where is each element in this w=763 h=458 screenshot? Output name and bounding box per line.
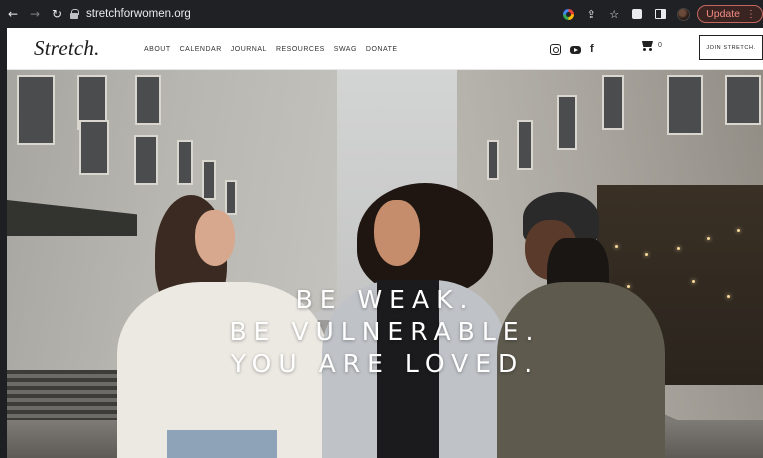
extensions-icon[interactable]: [629, 6, 645, 22]
profile-avatar[interactable]: [675, 6, 691, 22]
browser-toolbar: ← → ↻ stretchforwomen.org ⇪ ☆ Update ⋮: [0, 0, 763, 28]
site-logo[interactable]: Stretch.: [34, 36, 100, 61]
address-bar[interactable]: stretchforwomen.org: [70, 4, 598, 24]
cart-icon[interactable]: [640, 40, 654, 51]
nav-link-donate[interactable]: DONATE: [366, 46, 398, 53]
hero-tagline: BE WEAK. BE VULNERABLE. YOU ARE LOVED.: [7, 284, 763, 380]
star-icon[interactable]: ☆: [606, 6, 622, 22]
side-panel-icon[interactable]: [652, 6, 668, 22]
string-light: [692, 280, 695, 283]
nav-link-about[interactable]: ABOUT: [144, 46, 171, 53]
join-stretch-button[interactable]: JOIN STRETCH.: [699, 35, 763, 60]
person-face: [374, 200, 420, 266]
string-light: [645, 253, 648, 256]
nav-link-resources[interactable]: RESOURCES: [276, 46, 325, 53]
building-window: [725, 75, 761, 125]
building-window: [517, 120, 533, 170]
facebook-icon[interactable]: f: [590, 43, 598, 55]
cart-link[interactable]: 0: [640, 40, 662, 51]
building-window: [17, 75, 55, 145]
google-icon[interactable]: [560, 6, 576, 22]
building-window: [557, 95, 577, 150]
forward-arrow-icon[interactable]: →: [26, 5, 44, 23]
share-icon[interactable]: ⇪: [583, 6, 599, 22]
string-light: [737, 229, 740, 232]
menu-dots-icon[interactable]: ⋮: [746, 9, 756, 20]
building-window: [225, 180, 237, 215]
cart-count: 0: [658, 42, 662, 49]
string-light: [677, 247, 680, 250]
string-light: [615, 245, 618, 248]
hero-banner: BE WEAK. BE VULNERABLE. YOU ARE LOVED.: [7, 70, 763, 458]
building-window: [177, 140, 193, 185]
building-window: [135, 75, 161, 125]
lock-icon[interactable]: [70, 9, 79, 19]
building-window: [134, 135, 158, 185]
youtube-icon[interactable]: [570, 45, 581, 54]
person-face: [195, 210, 235, 266]
update-button[interactable]: Update ⋮: [697, 5, 763, 23]
nav-link-swag[interactable]: SWAG: [334, 46, 357, 53]
url-text[interactable]: stretchforwomen.org: [86, 8, 191, 20]
back-arrow-icon[interactable]: ←: [4, 5, 22, 23]
browser-actions: ⇪ ☆ Update ⋮: [553, 0, 763, 28]
person-jeans: [167, 430, 277, 458]
nav-link-journal[interactable]: JOURNAL: [231, 46, 267, 53]
building-window: [602, 75, 624, 130]
reload-icon[interactable]: ↻: [48, 5, 66, 23]
site-header: Stretch. ABOUT CALENDAR JOURNAL RESOURCE…: [7, 28, 763, 70]
tagline-line-3: YOU ARE LOVED.: [230, 349, 540, 378]
nav-link-calendar[interactable]: CALENDAR: [180, 46, 222, 53]
building-window: [667, 75, 703, 135]
tagline-line-2: BE VULNERABLE.: [229, 317, 541, 346]
instagram-icon[interactable]: [550, 43, 561, 55]
building-window: [487, 140, 499, 180]
update-label: Update: [706, 8, 740, 20]
building-window: [79, 120, 109, 175]
main-nav: ABOUT CALENDAR JOURNAL RESOURCES SWAG DO…: [144, 28, 407, 70]
building-window: [202, 160, 216, 200]
tagline-line-1: BE WEAK.: [295, 285, 475, 314]
string-light: [707, 237, 710, 240]
social-links: f: [550, 28, 607, 70]
